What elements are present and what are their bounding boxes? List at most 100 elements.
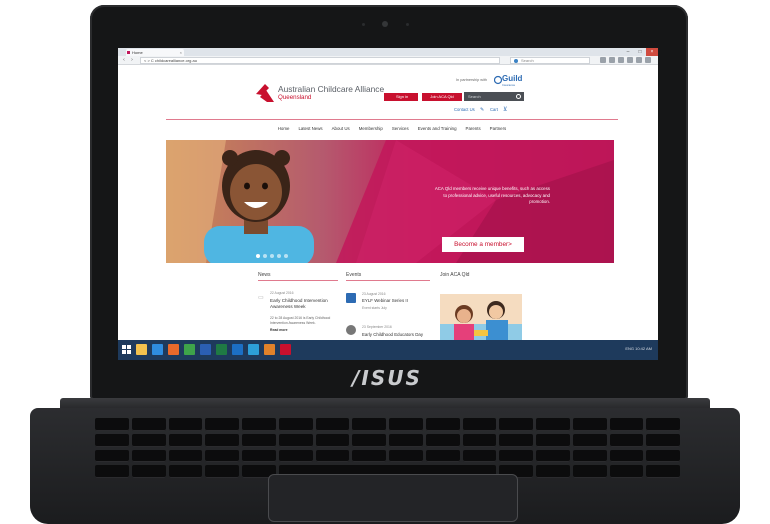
key[interactable] <box>425 449 460 463</box>
key[interactable] <box>389 418 423 431</box>
media-icon[interactable] <box>280 344 291 355</box>
key[interactable] <box>389 449 423 463</box>
extension-icon[interactable] <box>636 57 642 63</box>
browser-search-box[interactable]: Search <box>510 57 590 64</box>
key[interactable] <box>609 449 644 463</box>
key[interactable] <box>572 433 607 447</box>
key[interactable] <box>131 433 166 447</box>
key[interactable] <box>131 449 166 463</box>
key[interactable] <box>95 418 129 431</box>
carousel-dot[interactable] <box>284 254 288 258</box>
join-photo[interactable] <box>440 294 522 342</box>
close-window-icon[interactable]: × <box>646 48 658 56</box>
photoshop-icon[interactable] <box>248 344 259 355</box>
key[interactable] <box>425 418 460 431</box>
nav-services[interactable]: Services <box>392 123 409 135</box>
key[interactable] <box>609 433 644 447</box>
nav-parents[interactable]: Parents <box>466 123 481 135</box>
carousel-dot[interactable] <box>256 254 260 258</box>
key[interactable] <box>499 449 533 463</box>
key[interactable] <box>131 465 166 478</box>
home-icon[interactable] <box>618 57 624 63</box>
key[interactable] <box>278 418 313 431</box>
key[interactable] <box>462 433 497 447</box>
key[interactable] <box>168 449 203 463</box>
folder-icon[interactable] <box>136 344 147 355</box>
word-icon[interactable] <box>200 344 211 355</box>
downloads-icon[interactable] <box>609 57 615 63</box>
nav-home[interactable]: Home <box>278 123 290 135</box>
forward-icon[interactable]: › <box>129 57 135 63</box>
news-title[interactable]: Early Childhood Intervention Awareness W… <box>270 298 342 311</box>
key[interactable] <box>646 449 680 463</box>
back-icon[interactable]: ‹ <box>121 57 127 63</box>
key[interactable] <box>425 433 460 447</box>
carousel-dot[interactable] <box>270 254 274 258</box>
key[interactable] <box>499 433 533 447</box>
key[interactable] <box>646 418 680 431</box>
cart-link[interactable]: Cart <box>490 107 498 112</box>
key[interactable] <box>536 465 570 478</box>
event-title-2[interactable]: Early Childhood Educators Day <box>362 332 423 337</box>
key[interactable] <box>499 418 533 431</box>
sign-in-button[interactable]: Sign in <box>384 93 418 101</box>
search-icon[interactable] <box>516 94 521 99</box>
key[interactable] <box>536 418 570 431</box>
share-icon[interactable] <box>627 57 633 63</box>
key[interactable] <box>168 418 203 431</box>
key[interactable] <box>242 449 276 463</box>
key[interactable] <box>609 465 644 478</box>
menu-icon[interactable] <box>645 57 651 63</box>
key[interactable] <box>205 418 239 431</box>
firefox-icon[interactable] <box>168 344 179 355</box>
key[interactable] <box>95 449 129 463</box>
key[interactable] <box>95 433 129 447</box>
key[interactable] <box>278 433 313 447</box>
nav-about-us[interactable]: About Us <box>332 123 350 135</box>
contact-link[interactable]: Contact Us <box>454 107 475 112</box>
cart-icon[interactable]: ⊻ <box>503 106 507 113</box>
key[interactable] <box>242 433 276 447</box>
key[interactable] <box>352 418 386 431</box>
key[interactable] <box>572 449 607 463</box>
key[interactable] <box>315 449 350 463</box>
nav-partners[interactable]: Partners <box>490 123 507 135</box>
key[interactable] <box>389 433 423 447</box>
key[interactable] <box>352 449 386 463</box>
nav-events-training[interactable]: Events and Training <box>418 123 457 135</box>
illustrator-icon[interactable] <box>264 344 275 355</box>
join-button[interactable]: Join ACA Qld <box>422 93 462 101</box>
maximize-icon[interactable]: □ <box>634 48 646 56</box>
excel-icon[interactable] <box>216 344 227 355</box>
key[interactable] <box>352 433 386 447</box>
key[interactable] <box>242 418 276 431</box>
aca-logo-icon[interactable] <box>254 82 276 104</box>
key[interactable] <box>315 418 350 431</box>
key[interactable] <box>131 418 166 431</box>
key[interactable] <box>609 418 644 431</box>
minimize-icon[interactable]: – <box>622 48 634 56</box>
nav-membership[interactable]: Membership <box>359 123 383 135</box>
chrome-icon[interactable] <box>184 344 195 355</box>
nav-latest-news[interactable]: Latest News <box>298 123 322 135</box>
org-name[interactable]: Australian Childcare Alliance <box>278 84 384 94</box>
browser-tab[interactable]: Home × <box>126 49 184 56</box>
key[interactable] <box>168 433 203 447</box>
site-search-input[interactable]: Search <box>464 92 524 101</box>
carousel-dot[interactable] <box>277 254 281 258</box>
key[interactable] <box>205 465 239 478</box>
ie-icon[interactable] <box>152 344 163 355</box>
close-tab-icon[interactable]: × <box>180 49 182 56</box>
key[interactable] <box>572 418 607 431</box>
key[interactable] <box>536 449 570 463</box>
key[interactable] <box>572 465 607 478</box>
become-member-button[interactable]: Become a member> <box>442 237 524 252</box>
key[interactable] <box>95 465 129 478</box>
key[interactable] <box>315 433 350 447</box>
bookmark-icon[interactable] <box>600 57 606 63</box>
windows-start-icon[interactable] <box>122 345 131 354</box>
key[interactable] <box>462 449 497 463</box>
key[interactable] <box>168 465 203 478</box>
address-bar[interactable]: < > C childcarealliance.org.au <box>140 57 500 64</box>
key[interactable] <box>462 418 497 431</box>
